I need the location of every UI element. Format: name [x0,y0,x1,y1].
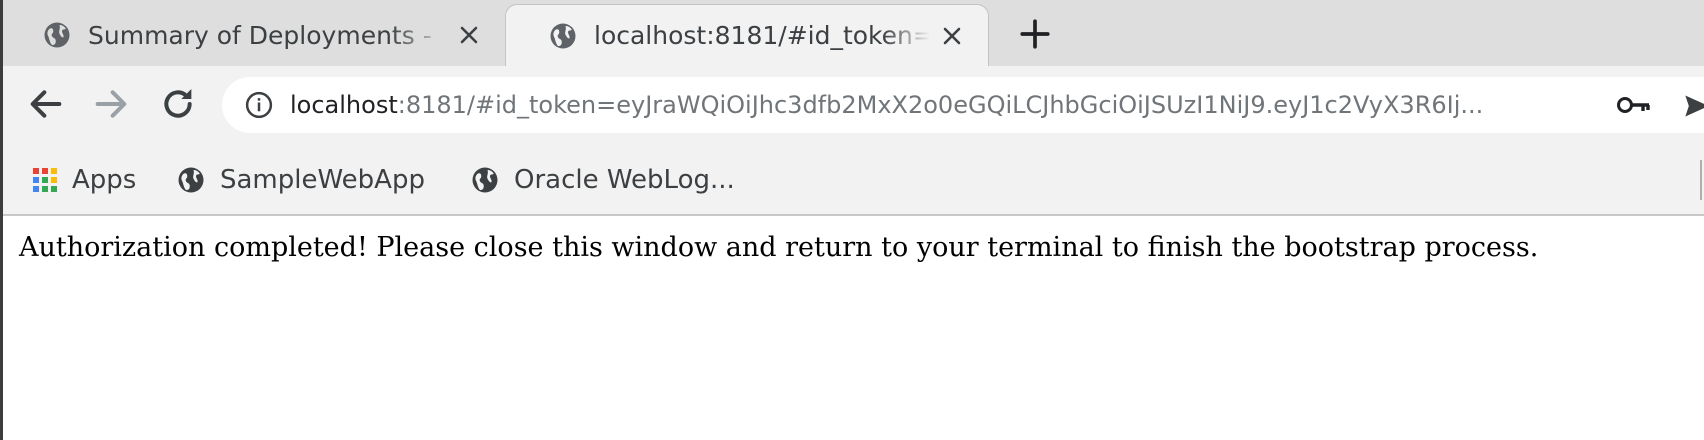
bookmarks-divider [1700,160,1702,200]
bookmark-apps[interactable]: Apps [32,160,136,200]
url-host: localhost [290,91,398,119]
bookmark-label: SampleWebApp [220,165,425,195]
new-tab-plus-icon[interactable] [1018,17,1052,51]
window-edge [0,0,3,440]
close-icon[interactable] [457,23,481,47]
key-icon[interactable] [1617,94,1651,116]
tab-localhost-active[interactable]: localhost:8181/#id_token= [505,4,989,66]
bookmarks-bar: Apps SampleWebApp Oracle WebLog... [0,146,1704,216]
url-path: :8181/#id_token=eyJraWQiOiJhc3dfb2MxX2o0… [397,91,1484,119]
send-icon[interactable] [1682,92,1704,120]
apps-grid-icon [33,168,57,192]
globe-icon [178,167,204,193]
globe-icon [550,23,576,48]
reload-icon[interactable] [158,84,198,124]
address-bar[interactable]: localhost:8181/#id_token=eyJraWQiOiJhc3d… [222,77,1704,133]
authorization-message: Authorization completed! Please close th… [19,232,1539,263]
globe-icon [472,167,498,193]
globe-icon [44,22,70,48]
bookmark-label: Apps [72,165,137,195]
site-info-icon[interactable] [244,90,274,120]
bookmark-label: Oracle WebLog... [514,165,735,195]
bookmark-samplewebapp[interactable]: SampleWebApp [176,160,425,200]
back-arrow-icon[interactable] [26,84,66,124]
tab-strip: Summary of Deployments - localhost:8181/… [0,0,1704,66]
browser-toolbar: localhost:8181/#id_token=eyJraWQiOiJhc3d… [0,66,1704,146]
page-content: Authorization completed! Please close th… [0,216,1704,440]
tab-title: localhost:8181/#id_token= [594,21,930,50]
bookmark-oracle-weblogic[interactable]: Oracle WebLog... [470,160,735,200]
forward-arrow-icon[interactable] [91,84,131,124]
tab-summary-of-deployments[interactable]: Summary of Deployments - [0,4,505,66]
url-text[interactable]: localhost:8181/#id_token=eyJraWQiOiJhc3d… [290,91,1704,119]
close-icon[interactable] [940,24,964,48]
tab-title: Summary of Deployments - [88,20,432,50]
